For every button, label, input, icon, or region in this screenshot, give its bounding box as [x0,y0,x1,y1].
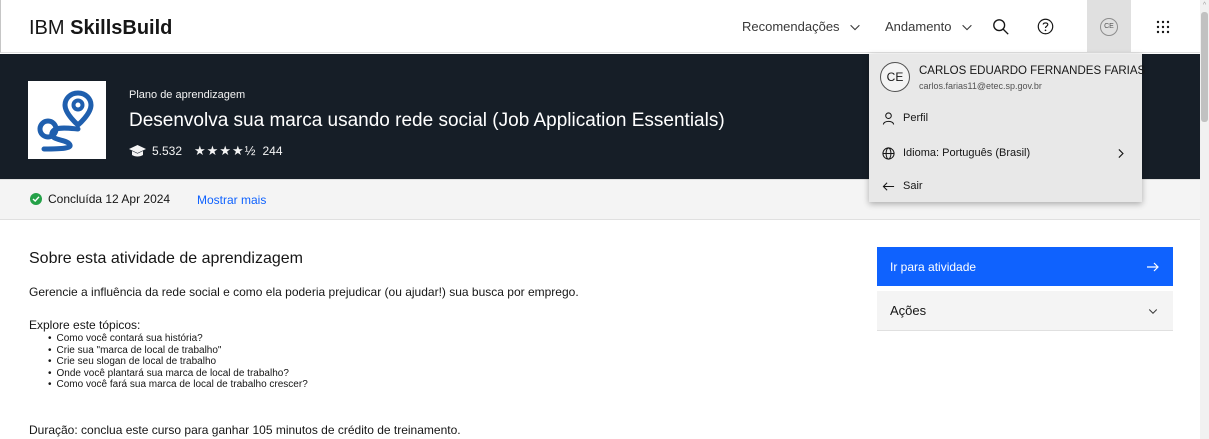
nav-recommendations-label: Recomendações [742,19,840,34]
section-title: Sobre esta atividade de aprendizagem [29,250,303,267]
chevron-down-icon [961,24,972,30]
go-to-activity-label: Ir para atividade [890,259,977,274]
logout-label: Sair [903,180,923,192]
chevron-down-icon [849,24,860,30]
show-more-link[interactable]: Mostrar mais [197,193,266,207]
user-profile-button[interactable]: CE [1087,0,1131,53]
activity-description: Gerencie a influência da rede social e c… [29,285,579,299]
graduation-cap-icon [129,145,146,157]
course-thumbnail [28,81,106,159]
user-email: carlos.farias11@etec.sp.gov.br [919,81,1042,91]
brand-logo[interactable]: IBM SkillsBuild [29,17,172,40]
help-button[interactable] [1023,0,1067,53]
nav-progress[interactable]: Andamento [885,0,974,53]
user-name: CARLOS EDUARDO FERNANDES FARIAS [919,65,1146,77]
list-item: Crie sua "marca de local de trabalho" [48,345,308,357]
app-switcher-icon [1156,20,1170,33]
arrow-left-icon [882,181,895,191]
brand-prefix: IBM [29,17,65,39]
actions-label: Ações [890,303,927,318]
language-label: Idioma: Português (Brasil) [903,147,1031,159]
avatar: CE [1100,17,1118,36]
vertical-scrollbar[interactable]: ^ [1200,0,1209,439]
brand-name: SkillsBuild [70,17,173,39]
checkmark-icon [30,193,42,205]
top-header: IBM SkillsBuild Recomendações Andamento … [0,0,1200,53]
arrow-right-icon [1147,262,1159,271]
duration-text: Duração: conclua este curso para ganhar … [29,423,461,437]
user-icon [882,111,895,125]
location-route-icon [37,90,94,152]
topics-heading: Explore este tópicos: [29,318,141,332]
profile-menu: CE CARLOS EDUARDO FERNANDES FARIAS carlo… [869,54,1146,202]
profile-label: Perfil [903,112,929,124]
search-icon [993,18,1009,35]
chevron-right-icon [1118,148,1124,158]
page-title: Desenvolva sua marca usando rede social … [129,110,725,131]
language-menu-item[interactable]: Idioma: Português (Brasil) [869,137,1142,169]
rating-stars: ★★★★½ [194,143,257,158]
completion-date: Concluída 12 Apr 2024 [48,192,171,206]
hero-meta: 5.532 ★★★★½ 244 [129,143,283,159]
nav-progress-label: Andamento [885,19,952,34]
topics-list: Como você contará sua história? Crie sua… [48,333,308,391]
completion-status: Concluída 12 Apr 2024 [30,192,170,206]
scroll-up-arrow-icon[interactable]: ^ [1201,2,1208,9]
hero-eyebrow: Plano de aprendizagem [129,89,246,101]
rating-count: 244 [262,144,283,158]
list-item: Como você contará sua história? [48,333,308,345]
scrollbar-thumb[interactable] [1201,12,1208,122]
logout-menu-item[interactable]: Sair [869,170,1142,202]
list-item: Crie seu slogan de local de trabalho [48,356,308,368]
go-to-activity-button[interactable]: Ir para atividade [877,247,1173,286]
list-item: Onde você plantará sua marca de local de… [48,368,308,380]
learner-count: 5.532 [152,144,183,158]
chevron-down-icon [1148,308,1158,314]
search-button[interactable] [979,0,1023,53]
avatar: CE [880,62,910,92]
help-icon [1037,18,1053,35]
list-item: Como você fará sua marca de local de tra… [48,379,308,391]
app-switcher-button[interactable] [1141,0,1185,53]
nav-recommendations[interactable]: Recomendações [742,0,862,53]
actions-dropdown[interactable]: Ações [877,291,1173,331]
profile-menu-item[interactable]: Perfil [869,102,1142,134]
globe-icon [882,146,895,160]
